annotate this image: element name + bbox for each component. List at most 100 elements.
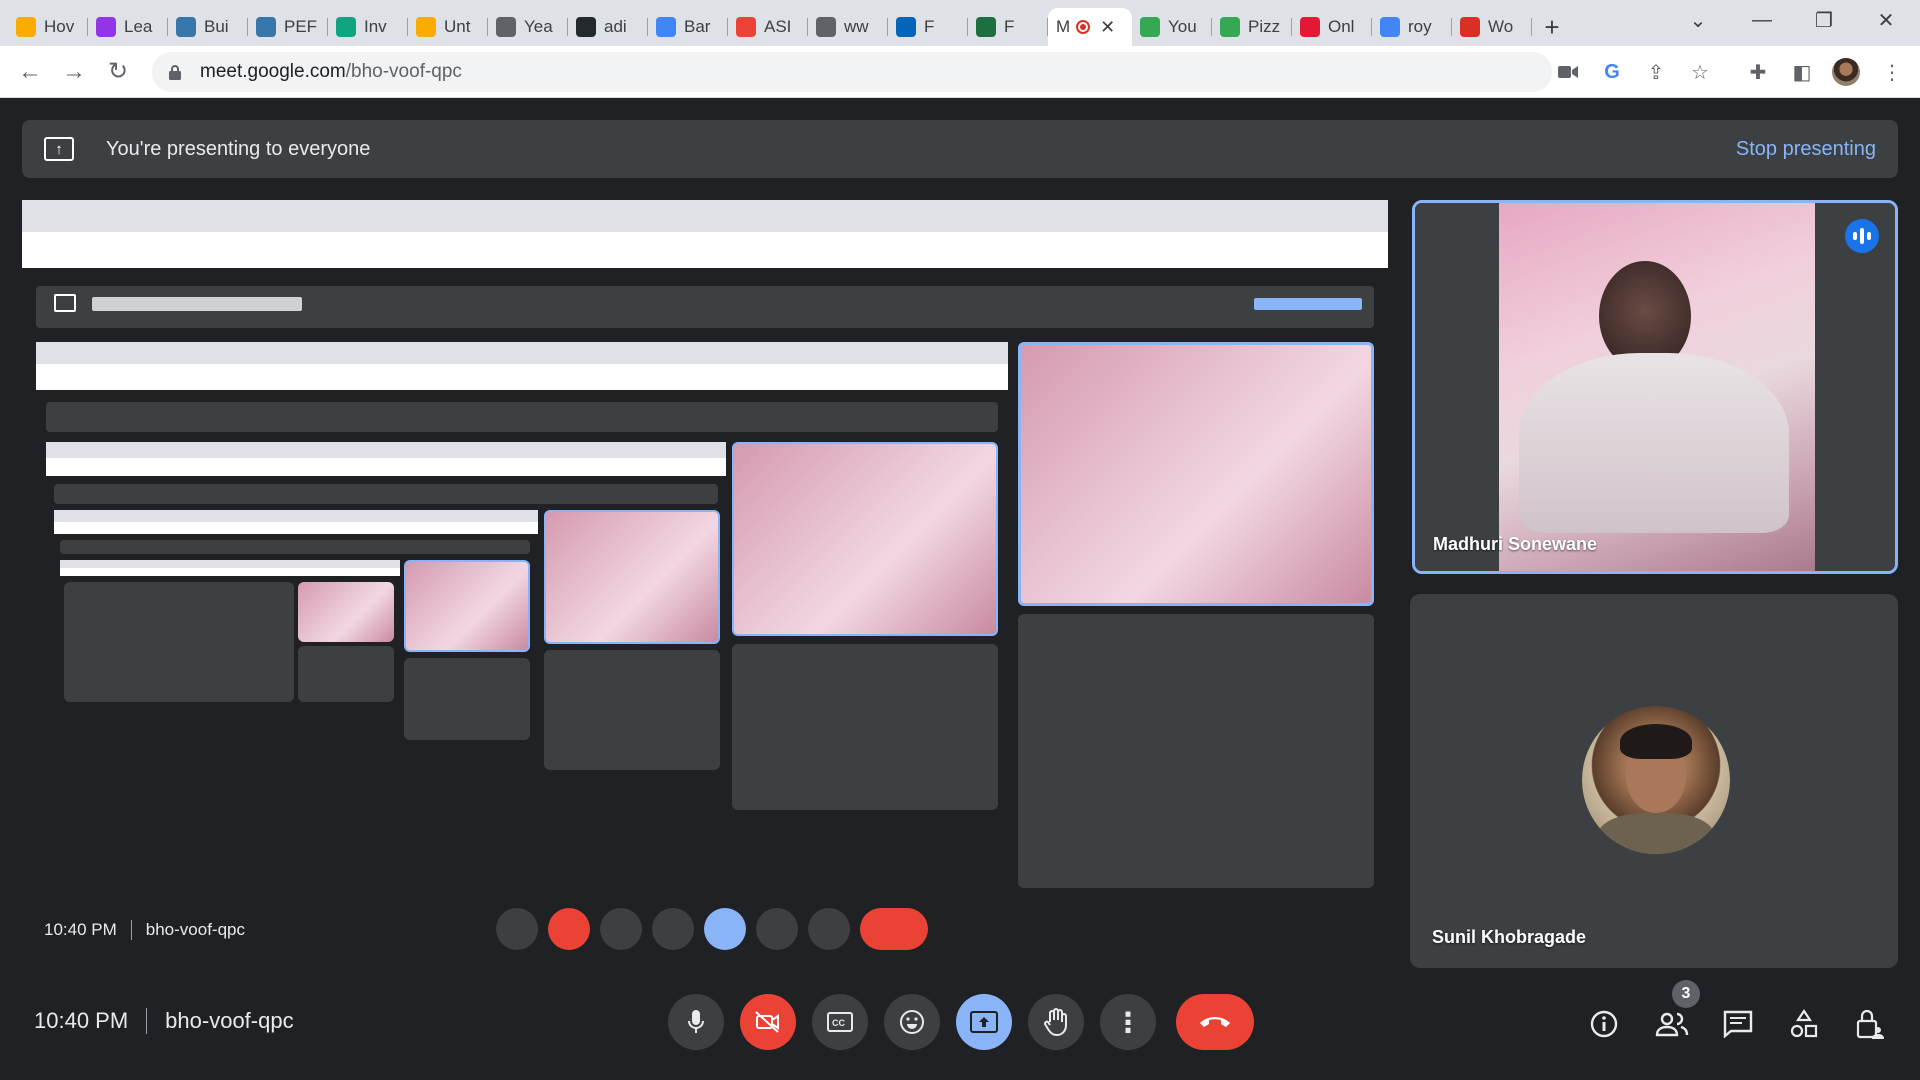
people-icon xyxy=(1655,1012,1689,1037)
restore-icon[interactable]: ❐ xyxy=(1794,0,1854,40)
google-icon xyxy=(1380,17,1400,37)
bard-icon xyxy=(656,17,676,37)
mirrored-captions-icon xyxy=(600,908,642,950)
browser-tab[interactable]: Wo xyxy=(1452,8,1532,46)
leave-call-button[interactable] xyxy=(1176,994,1254,1050)
python-icon xyxy=(176,17,196,37)
forward-icon[interactable]: → xyxy=(52,50,96,94)
browser-tab[interactable]: Lea xyxy=(88,8,168,46)
browser-tab[interactable]: Inv xyxy=(328,8,408,46)
browser-tab-strip: Hov Lea Bui PEF Inv Unt Yea adi Bar ASI ww F F M ✕ You P… xyxy=(0,0,1920,46)
mirror-level-5 xyxy=(60,560,400,740)
browser-tab[interactable]: Hov xyxy=(8,8,88,46)
browser-tab[interactable]: Bui xyxy=(168,8,248,46)
openai-icon xyxy=(336,17,356,37)
tab-label: ASI xyxy=(764,17,792,36)
people-button[interactable] xyxy=(1654,1008,1690,1040)
side-panel-icon[interactable]: ◧ xyxy=(1786,56,1818,88)
mirrored-emoji-icon xyxy=(652,908,694,950)
chat-button[interactable] xyxy=(1722,1008,1754,1040)
browser-tab[interactable]: ASI xyxy=(728,8,808,46)
mirror-level-3 xyxy=(46,442,726,812)
browser-tab[interactable]: Bar xyxy=(648,8,728,46)
wordmark-icon xyxy=(1460,17,1480,37)
minimize-icon[interactable]: — xyxy=(1732,0,1792,40)
google-lens-icon[interactable]: G xyxy=(1596,56,1628,88)
browser-tab[interactable]: Onl xyxy=(1292,8,1372,46)
stop-presenting-button[interactable]: Stop presenting xyxy=(1736,138,1876,161)
browser-tab[interactable]: adi xyxy=(568,8,648,46)
more-options-button[interactable]: ⋮ xyxy=(1100,994,1156,1050)
globe-icon xyxy=(496,17,516,37)
lock-icon[interactable] xyxy=(168,64,182,80)
activities-button[interactable] xyxy=(1788,1008,1820,1040)
browser-tab[interactable]: F xyxy=(968,8,1048,46)
learn-icon xyxy=(96,17,116,37)
extensions-icon[interactable]: ✚ xyxy=(1742,56,1774,88)
close-tab-icon[interactable]: ✕ xyxy=(1100,17,1115,38)
microphone-button[interactable] xyxy=(668,994,724,1050)
browser-tab[interactable]: Yea xyxy=(488,8,568,46)
camera-button[interactable] xyxy=(740,994,796,1050)
camera-off-icon xyxy=(755,1011,779,1033)
shared-screen-feed xyxy=(22,200,1388,970)
reload-icon[interactable]: ↻ xyxy=(96,50,140,94)
microphone-icon xyxy=(688,1010,704,1033)
reactions-button[interactable] xyxy=(884,994,940,1050)
tab-label: PEF xyxy=(284,17,318,36)
profile-avatar[interactable] xyxy=(1830,56,1862,88)
bookmark-star-icon[interactable]: ☆ xyxy=(1684,56,1716,88)
mirrored-end-call-icon xyxy=(860,908,928,950)
tab-label: Inv xyxy=(364,17,387,36)
browser-tab[interactable]: Unt xyxy=(408,8,488,46)
participant-count-badge: 3 xyxy=(1672,980,1700,1008)
tab-label: You xyxy=(1168,17,1197,36)
mirror-level-1 xyxy=(22,200,1388,970)
tab-label: Yea xyxy=(524,17,553,36)
back-icon[interactable]: ← xyxy=(8,50,52,94)
tab-label: F xyxy=(924,17,935,36)
host-controls-button[interactable] xyxy=(1854,1008,1886,1040)
browser-tab[interactable]: F xyxy=(888,8,968,46)
maps-icon xyxy=(1140,17,1160,37)
present-button[interactable] xyxy=(956,994,1012,1050)
present-screen-icon xyxy=(970,1011,998,1033)
tab-label: Onl xyxy=(1328,17,1355,36)
tab-label: Hov xyxy=(44,17,75,36)
meeting-code[interactable]: bho-voof-qpc xyxy=(165,1008,293,1034)
mirrored-control-bar: 10:40 PM bho-voof-qpc xyxy=(22,898,1388,970)
tab-label: Bui xyxy=(204,17,229,36)
new-tab-button[interactable]: + xyxy=(1532,8,1572,46)
browser-tab[interactable]: Pizz xyxy=(1212,8,1292,46)
mirrored-camera-off-icon xyxy=(548,908,590,950)
tab-active[interactable]: M ✕ xyxy=(1048,8,1132,46)
address-bar[interactable]: meet.google.com/bho-voof-qpc xyxy=(152,52,1552,92)
browser-tab[interactable]: ww xyxy=(808,8,888,46)
globe-icon xyxy=(816,17,836,37)
browser-menu-icon[interactable]: ⋮ xyxy=(1876,56,1908,88)
chat-icon xyxy=(1723,1010,1753,1038)
meeting-details-button[interactable] xyxy=(1588,1008,1620,1040)
close-window-icon[interactable]: ✕ xyxy=(1856,0,1916,40)
raise-hand-button[interactable] xyxy=(1028,994,1084,1050)
present-screen-icon: ↑ xyxy=(44,137,74,161)
camera-in-use-icon[interactable] xyxy=(1552,56,1584,88)
emoji-icon xyxy=(900,1010,924,1034)
captions-button[interactable]: CC xyxy=(812,994,868,1050)
browser-tab[interactable]: You xyxy=(1132,8,1212,46)
more-vert-icon: ⋮ xyxy=(1114,1006,1142,1038)
browser-tab[interactable]: roy xyxy=(1372,8,1452,46)
tab-label: adi xyxy=(604,17,627,36)
svg-text:CC: CC xyxy=(832,1018,845,1028)
tab-label: Lea xyxy=(124,17,153,36)
participant-name: Sunil Khobragade xyxy=(1432,927,1587,947)
participant-tile-speaking[interactable]: Madhuri Sonewane xyxy=(1412,200,1898,574)
python-icon xyxy=(256,17,276,37)
participant-tile[interactable]: Sunil Khobragade xyxy=(1410,594,1898,968)
browser-tab[interactable]: PEF xyxy=(248,8,328,46)
colab-icon xyxy=(416,17,436,37)
tab-label: ww xyxy=(844,17,869,36)
share-icon[interactable]: ⇪ xyxy=(1640,56,1672,88)
maps-icon xyxy=(1220,17,1240,37)
tab-search-icon[interactable]: ⌄ xyxy=(1668,0,1728,40)
